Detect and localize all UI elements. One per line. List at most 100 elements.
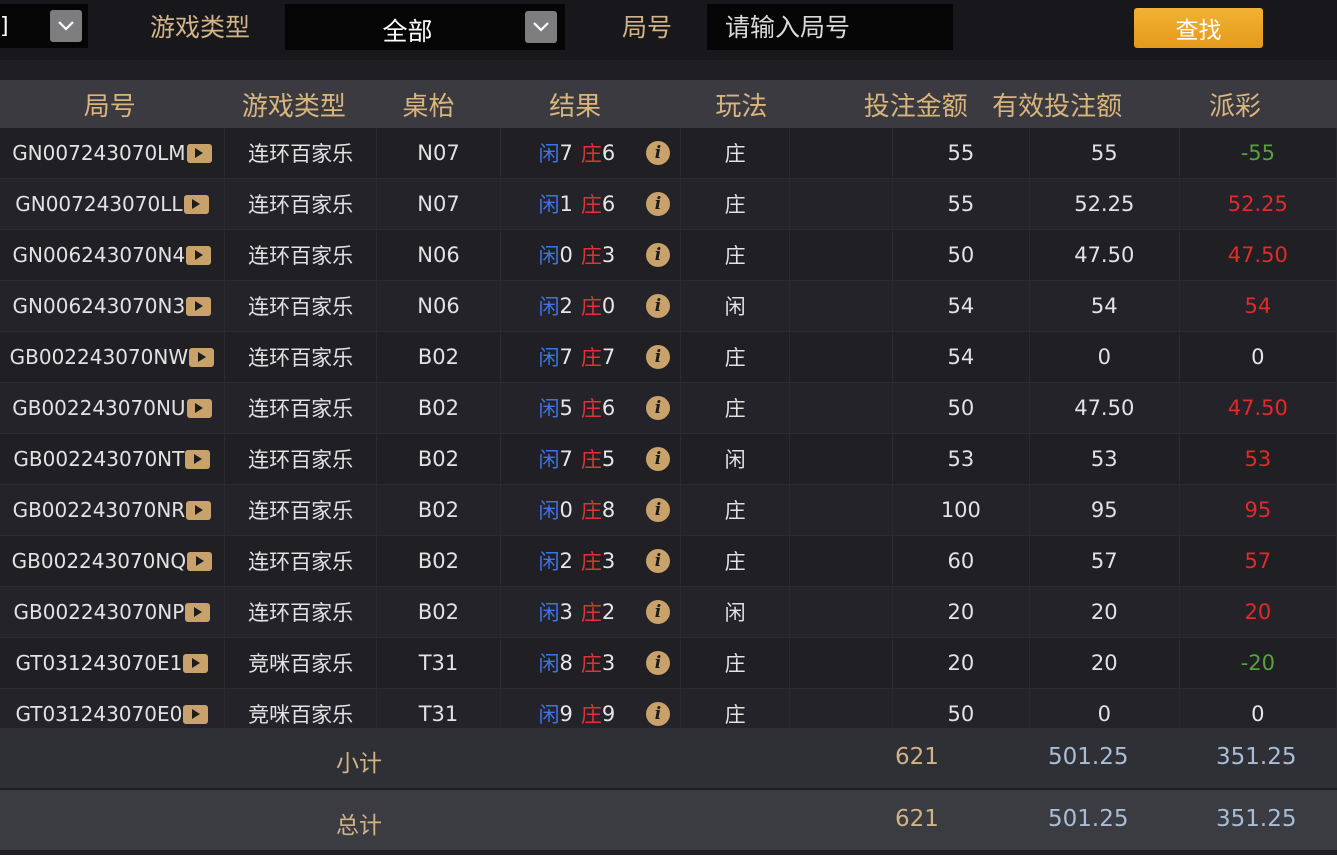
round-id[interactable]: GN007243070LM [12,141,185,165]
game-type-cell: 连环百家乐 [224,281,378,332]
payout-cell: 52.25 [1179,179,1337,230]
result-cell: 闲7庄5 i [500,434,681,485]
game-type-cell: 连环百家乐 [224,587,378,638]
result-cell: 闲1庄6 i [500,179,681,230]
info-icon[interactable]: i [645,192,670,216]
table-cell: B02 [377,536,501,587]
payout-cell: 57 [1179,536,1337,587]
round-id[interactable]: GB002243070NR [13,498,186,522]
player-score: 7 [559,447,573,471]
play-video-icon[interactable] [187,551,213,571]
banker-label: 庄 [580,703,602,727]
subtotal-valid: 501.25 [1048,744,1129,770]
payout-cell: 53 [1179,434,1337,485]
play-video-icon[interactable] [186,500,212,520]
table-header: 局号 游戏类型 桌枱 结果 玩法 投注金额 有效投注额 派彩 [0,80,1337,128]
play-cell: 庄 [680,179,791,230]
payout-cell: 54 [1179,281,1337,332]
info-icon[interactable]: i [645,651,670,675]
play-video-icon[interactable] [183,704,209,724]
info-icon[interactable]: i [645,243,670,267]
play-video-icon[interactable] [186,296,212,316]
result-cell: 闲3庄2 i [500,587,681,638]
round-id[interactable]: GB002243070NW [10,345,188,369]
banker-score: 3 [601,243,616,267]
round-id[interactable]: GN006243070N4 [13,243,186,267]
banker-score: 6 [601,192,616,216]
subtotal-bet: 621 [895,744,939,770]
banker-label: 庄 [580,346,602,370]
play-cell: 庄 [680,485,791,536]
game-type-select[interactable]: 全部 [285,4,565,50]
round-cell: GB002243070NU [0,383,225,434]
total-row: 总计 621 501.25 351.25 [0,790,1337,850]
player-score: 3 [559,600,573,624]
info-icon[interactable]: i [645,396,670,420]
header-result: 结果 [549,91,602,122]
info-icon[interactable]: i [645,600,670,624]
table-row: GB002243070NW 连环百家乐 B02 闲 7 庄 7 i 庄 54 0 0 [0,332,1337,383]
banker-score: 7 [601,345,616,369]
info-icon[interactable]: i [645,345,670,369]
round-id[interactable]: GB002243070NT [13,447,184,471]
left-select[interactable]: ] [0,4,88,48]
play-cell: 庄 [680,638,791,689]
banker-label: 庄 [580,499,602,523]
table-cell: B02 [377,434,501,485]
play-video-icon[interactable] [185,602,211,622]
round-input[interactable] [707,4,953,50]
play-cell: 庄 [680,332,791,383]
play-cell: 闲 [680,281,791,332]
banker-score: 0 [601,294,616,318]
info-icon[interactable]: i [645,294,670,318]
game-type-label: 游戏类型 [150,13,251,42]
info-icon[interactable]: i [645,549,670,573]
info-icon[interactable]: i [645,447,670,471]
table-row: GN007243070LL 连环百家乐 N07 闲 1 庄 6 i 庄 55 52.25 52.25 [0,179,1337,230]
round-cell: GN007243070LM [0,128,225,179]
chevron-down-icon[interactable] [50,10,82,42]
spacer-cell [790,332,893,383]
round-id[interactable]: GB002243070NU [12,396,185,420]
play-cell: 闲 [680,434,791,485]
play-video-icon[interactable] [185,449,211,469]
result-cell: 闲0庄3 i [500,230,681,281]
game-type-cell: 连环百家乐 [224,230,378,281]
table-row: GN006243070N4 连环百家乐 N06 闲 0 庄 3 i 庄 50 47.50 47.50 [0,230,1337,281]
valid-bet-cell: 57 [1029,536,1180,587]
player-score: 1 [559,192,573,216]
round-id[interactable]: GN007243070LL [15,192,182,216]
player-score: 0 [559,243,573,267]
header-round: 局号 [83,91,136,122]
table-row: GT031243070E1 竞咪百家乐 T31 闲 8 庄 3 i 庄 20 20 -20 [0,638,1337,689]
result-cell: 闲0庄8 i [500,485,681,536]
play-video-icon[interactable] [186,143,212,163]
play-video-icon[interactable] [189,347,215,367]
search-button[interactable]: 查找 [1134,8,1263,48]
info-icon[interactable]: i [645,141,670,165]
player-label: 闲 [538,244,560,268]
info-icon[interactable]: i [645,498,670,522]
info-icon[interactable]: i [645,702,670,726]
round-id[interactable]: GT031243070E1 [15,651,182,675]
player-label: 闲 [538,601,560,625]
result-cell: 闲5庄6 i [500,383,681,434]
round-cell: GT031243070E1 [0,638,225,689]
game-type-cell: 连环百家乐 [224,536,378,587]
round-id[interactable]: GB002243070NP [14,600,185,624]
play-video-icon[interactable] [183,194,209,214]
chevron-down-icon[interactable] [525,11,557,43]
play-video-icon[interactable] [186,245,212,265]
player-score: 8 [559,651,573,675]
bet-cell: 55 [892,128,1030,179]
player-score: 9 [559,702,573,726]
round-id[interactable]: GN006243070N3 [13,294,186,318]
valid-bet-cell: 55 [1029,128,1180,179]
bet-cell: 50 [892,383,1030,434]
round-id[interactable]: GB002243070NQ [12,549,186,573]
game-type-cell: 连环百家乐 [224,434,378,485]
round-id[interactable]: GT031243070E0 [15,702,182,726]
play-video-icon[interactable] [183,653,209,673]
play-video-icon[interactable] [186,398,212,418]
player-label: 闲 [538,703,560,727]
